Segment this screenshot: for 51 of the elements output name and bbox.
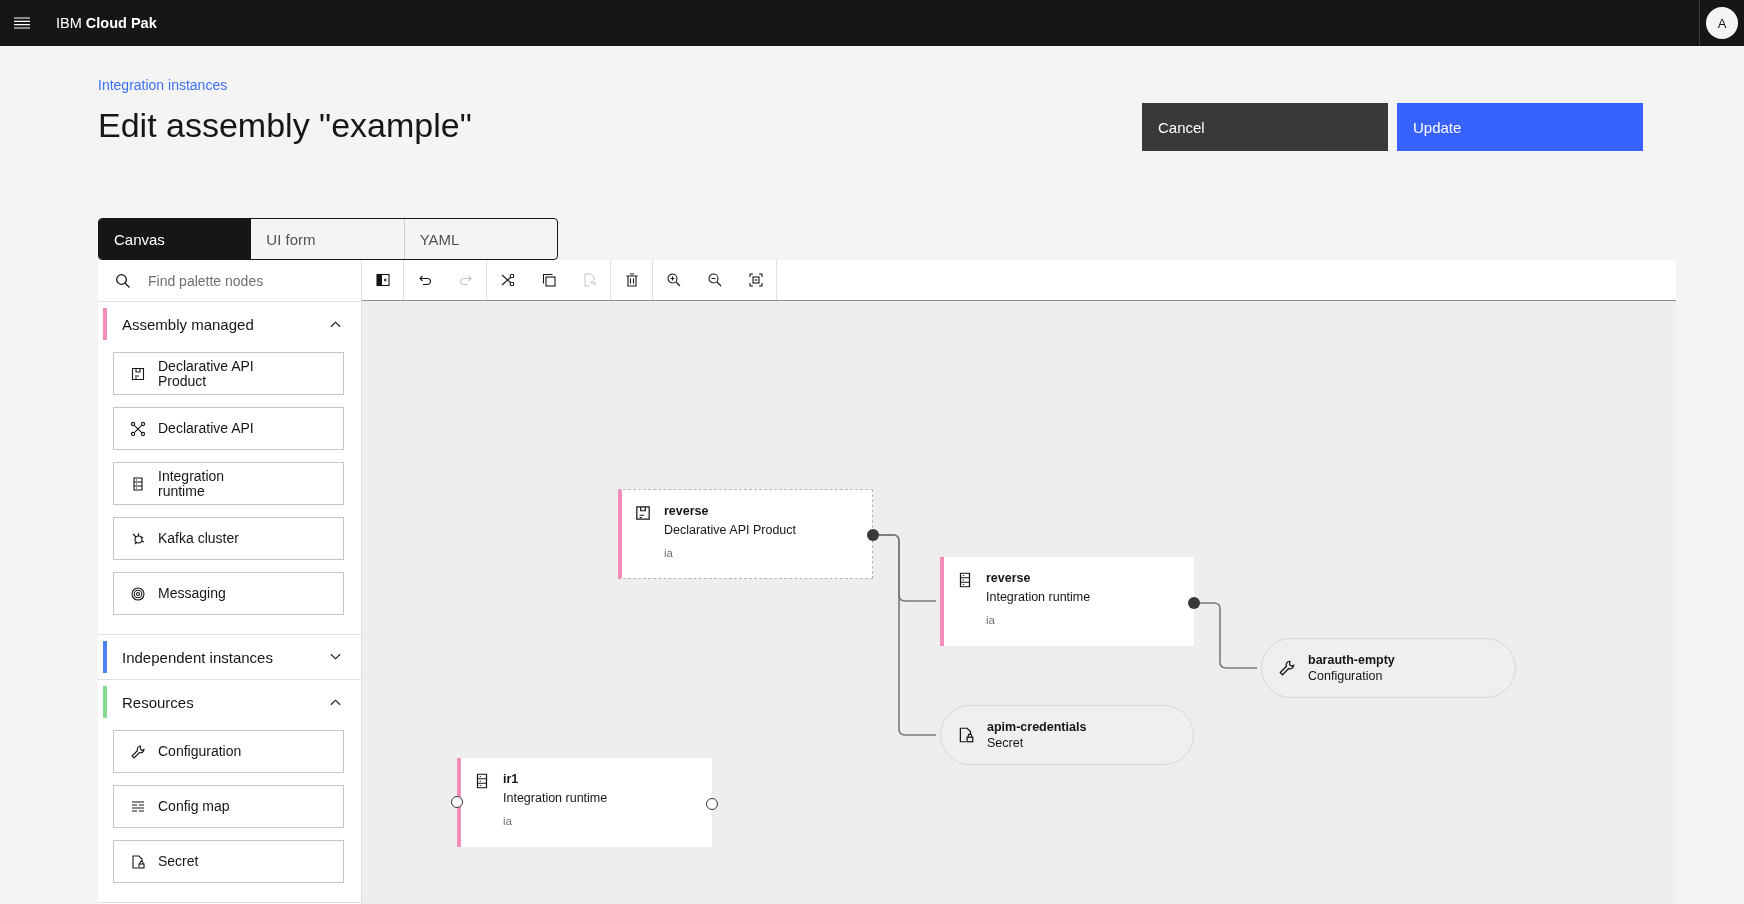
api-product-icon: [634, 504, 652, 522]
node-card[interactable]: ir1 Integration runtime ia: [457, 758, 712, 847]
runtime-icon: [130, 475, 146, 492]
configuration-icon: [130, 743, 146, 760]
chevron-up-icon: [330, 698, 341, 706]
palette-node[interactable]: Integration runtime: [113, 462, 344, 505]
palette-node[interactable]: Config map: [113, 785, 344, 828]
node-type: Configuration: [1308, 669, 1384, 683]
palette-node[interactable]: Secret: [113, 840, 344, 883]
node-type: Declarative API Product: [664, 523, 796, 537]
product-name[interactable]: IBM Cloud Pak: [56, 15, 157, 31]
chevron-down-icon: [330, 653, 341, 661]
configuration-icon: [1278, 659, 1296, 677]
page-title: Edit assembly "example": [98, 106, 472, 145]
palette-node[interactable]: Declarative API: [113, 407, 344, 450]
search-icon: [115, 272, 131, 289]
secret-icon: [130, 853, 146, 870]
node-name: ir1: [503, 772, 520, 786]
resource-node[interactable]: apim-credentials Secret: [940, 705, 1194, 765]
node-namespace: ia: [503, 815, 513, 827]
api-product-icon: [130, 365, 146, 382]
node-type: Integration runtime: [986, 590, 1091, 604]
node-name: reverse: [664, 504, 710, 518]
cancel-button[interactable]: Cancel: [1142, 103, 1388, 151]
palette-node[interactable]: Declarative API Product: [113, 352, 344, 395]
node-name: reverse: [986, 571, 1032, 585]
palette-node[interactable]: Configuration: [113, 730, 344, 773]
messaging-icon: [130, 585, 146, 602]
node-card[interactable]: reverse Declarative API Product ia: [618, 489, 873, 579]
node-card[interactable]: reverse Integration runtime ia: [940, 557, 1194, 646]
palette-node[interactable]: Messaging: [113, 572, 344, 615]
breadcrumb-link[interactable]: Integration instances: [98, 77, 228, 93]
view-tab[interactable]: UI form: [251, 219, 404, 259]
secret-icon: [957, 726, 975, 744]
node-namespace: ia: [664, 547, 674, 559]
menu-icon[interactable]: [14, 17, 30, 29]
view-tab[interactable]: YAML: [403, 219, 557, 259]
chevron-up-icon: [330, 320, 341, 328]
view-tab[interactable]: Canvas: [99, 219, 252, 259]
node-namespace: ia: [986, 614, 996, 626]
user-avatar[interactable]: A: [1706, 7, 1738, 39]
resource-node[interactable]: barauth-empty Configuration: [1261, 638, 1516, 698]
node-type: Integration runtime: [503, 791, 608, 805]
input-port[interactable]: [451, 796, 463, 808]
node-type: Secret: [987, 736, 1025, 750]
update-button[interactable]: Update: [1397, 103, 1643, 151]
api-icon: [130, 420, 146, 437]
node-name: barauth-empty: [1308, 653, 1395, 667]
node-name: apim-credentials: [987, 720, 1087, 734]
palette-node[interactable]: Kafka cluster: [113, 517, 344, 560]
search-field[interactable]: Find palette nodes: [148, 265, 348, 296]
